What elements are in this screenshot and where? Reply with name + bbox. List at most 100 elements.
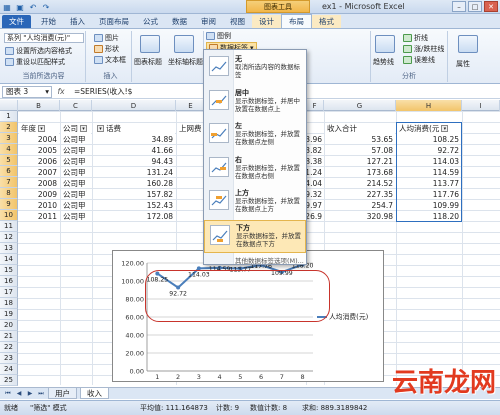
tab-home[interactable]: 开始 bbox=[34, 15, 63, 28]
cell-company[interactable]: 公司甲 bbox=[61, 156, 91, 167]
filter-dropdown-icon[interactable]: ▾ bbox=[80, 125, 87, 132]
row-header[interactable]: 5 bbox=[0, 155, 18, 166]
fx-button[interactable]: fx bbox=[52, 87, 70, 96]
tab-layout[interactable]: 布局 bbox=[281, 14, 312, 28]
first-sheet-icon[interactable]: ⏮ bbox=[4, 390, 12, 398]
cell-total[interactable]: 173.68 bbox=[325, 167, 395, 178]
sheet-tab-income[interactable]: 收入 bbox=[80, 388, 109, 399]
cell-avg[interactable]: 114.03 bbox=[397, 156, 461, 167]
picture-button[interactable]: 图片 bbox=[94, 33, 119, 43]
cell-total[interactable]: 127.21 bbox=[325, 156, 395, 167]
name-box[interactable]: 图表 3 ▾ bbox=[2, 85, 52, 98]
header-year[interactable]: 年度 ▾ bbox=[19, 123, 59, 134]
cell-year[interactable]: 2004 bbox=[19, 134, 59, 145]
format-selection-button[interactable]: 设置所选内容格式 bbox=[5, 46, 72, 56]
properties-button[interactable]: 属性 bbox=[456, 59, 470, 69]
lines-button[interactable]: 折线 bbox=[403, 33, 428, 43]
row-header[interactable]: 2 bbox=[0, 122, 18, 133]
cell-avg[interactable]: 118.20 bbox=[397, 211, 461, 222]
tab-format[interactable]: 格式 bbox=[312, 15, 341, 28]
next-sheet-icon[interactable]: ▶ bbox=[26, 390, 34, 398]
cell-company[interactable]: 公司甲 bbox=[61, 211, 91, 222]
formula-input[interactable]: =SERIES(收入!$ bbox=[70, 86, 132, 97]
data-label-option-right[interactable]: 右显示数据标签，并放置在数据点右侧 bbox=[204, 153, 306, 186]
row-header[interactable]: 13 bbox=[0, 243, 18, 254]
cell-year[interactable]: 2007 bbox=[19, 167, 59, 178]
cell-total[interactable]: 57.08 bbox=[325, 145, 395, 156]
cell-total[interactable]: 320.98 bbox=[325, 211, 395, 222]
select-all-corner[interactable] bbox=[0, 100, 18, 111]
cell-fee[interactable]: 172.08 bbox=[93, 211, 175, 222]
cell-fee[interactable]: 94.43 bbox=[93, 156, 175, 167]
cell-total[interactable]: 214.52 bbox=[325, 178, 395, 189]
row-header[interactable]: 17 bbox=[0, 287, 18, 298]
data-label-option-none[interactable]: 无取消所选内容的数据标签 bbox=[204, 52, 306, 85]
row-header[interactable]: 3 bbox=[0, 133, 18, 144]
row-header[interactable]: 15 bbox=[0, 265, 18, 276]
cell-company[interactable]: 公司甲 bbox=[61, 200, 91, 211]
redo-icon[interactable]: ↷ bbox=[41, 2, 51, 12]
prev-sheet-icon[interactable]: ◀ bbox=[15, 390, 23, 398]
chart-element-selector[interactable]: 系列 "人均消费(元)" bbox=[4, 33, 84, 43]
last-sheet-icon[interactable]: ⏭ bbox=[37, 390, 45, 398]
row-header[interactable]: 7 bbox=[0, 177, 18, 188]
data-label-option-below[interactable]: 下方 显示数据标签，并放置在数据点下方 bbox=[204, 219, 306, 253]
filter-dropdown-icon[interactable]: ▾ bbox=[38, 125, 45, 132]
row-header[interactable]: 6 bbox=[0, 166, 18, 177]
maximize-button[interactable]: □ bbox=[468, 1, 482, 12]
cell-year[interactable]: 2008 bbox=[19, 178, 59, 189]
undo-icon[interactable]: ↶ bbox=[28, 2, 38, 12]
cell-fee[interactable]: 160.28 bbox=[93, 178, 175, 189]
tab-file[interactable]: 文件 bbox=[2, 15, 31, 28]
trendline-icon[interactable] bbox=[375, 35, 395, 53]
cell-year[interactable]: 2011 bbox=[19, 211, 59, 222]
column-header-d[interactable]: D bbox=[92, 100, 176, 111]
tab-data[interactable]: 数据 bbox=[165, 15, 194, 28]
row-header[interactable]: 1 bbox=[0, 111, 18, 122]
cell-year[interactable]: 2010 bbox=[19, 200, 59, 211]
sheet-tab-users[interactable]: 用户 bbox=[48, 388, 77, 399]
row-header[interactable]: 14 bbox=[0, 254, 18, 265]
column-header-c[interactable]: C bbox=[60, 100, 92, 111]
data-label-option-left[interactable]: 左显示数据标签，并放置在数据点左侧 bbox=[204, 119, 306, 152]
legend-button[interactable]: 图例 bbox=[206, 31, 231, 41]
cell-total[interactable]: 227.35 bbox=[325, 189, 395, 200]
header-net[interactable]: 上网费 bbox=[177, 123, 205, 134]
cell-fee[interactable]: 152.43 bbox=[93, 200, 175, 211]
row-header[interactable]: 18 bbox=[0, 298, 18, 309]
save-icon[interactable]: ▣ bbox=[15, 2, 25, 12]
minimize-button[interactable]: – bbox=[452, 1, 466, 12]
updown-bars-button[interactable]: 涨/跌柱线 bbox=[403, 44, 444, 54]
cell-fee[interactable]: 34.89 bbox=[93, 134, 175, 145]
tab-review[interactable]: 审阅 bbox=[194, 15, 223, 28]
row-header[interactable]: 9 bbox=[0, 199, 18, 210]
axis-title-icon[interactable] bbox=[174, 35, 194, 53]
cell-company[interactable]: 公司甲 bbox=[61, 167, 91, 178]
cell-fee[interactable]: 41.66 bbox=[93, 145, 175, 156]
row-header[interactable]: 20 bbox=[0, 320, 18, 331]
column-header-h[interactable]: H bbox=[396, 100, 462, 111]
cell-fee[interactable]: 157.82 bbox=[93, 189, 175, 200]
row-header[interactable]: 25 bbox=[0, 375, 18, 386]
row-header[interactable]: 24 bbox=[0, 364, 18, 375]
cell-total[interactable]: 254.7 bbox=[325, 200, 395, 211]
more-data-label-options[interactable]: 其他数据标签选项(M)... bbox=[235, 255, 304, 265]
tab-design[interactable]: 设计 bbox=[252, 15, 281, 28]
row-header[interactable]: 23 bbox=[0, 353, 18, 364]
row-header[interactable]: 11 bbox=[0, 221, 18, 232]
reset-style-button[interactable]: 重设以匹配样式 bbox=[5, 57, 65, 67]
row-header[interactable]: 21 bbox=[0, 331, 18, 342]
error-bars-button[interactable]: 误差线 bbox=[403, 55, 435, 65]
row-header[interactable]: 16 bbox=[0, 276, 18, 287]
cell-company[interactable]: 公司甲 bbox=[61, 134, 91, 145]
row-header[interactable]: 19 bbox=[0, 309, 18, 320]
column-header-f[interactable]: F bbox=[306, 100, 324, 111]
shapes-button[interactable]: 形状 bbox=[94, 44, 119, 54]
cell-year[interactable]: 2006 bbox=[19, 156, 59, 167]
properties-icon[interactable] bbox=[458, 35, 478, 53]
cell-company[interactable]: 公司甲 bbox=[61, 145, 91, 156]
filter-dropdown-icon[interactable]: ▾ bbox=[97, 125, 104, 132]
row-header[interactable]: 4 bbox=[0, 144, 18, 155]
chart-title-icon[interactable] bbox=[140, 35, 160, 53]
close-button[interactable]: ✕ bbox=[484, 1, 498, 12]
